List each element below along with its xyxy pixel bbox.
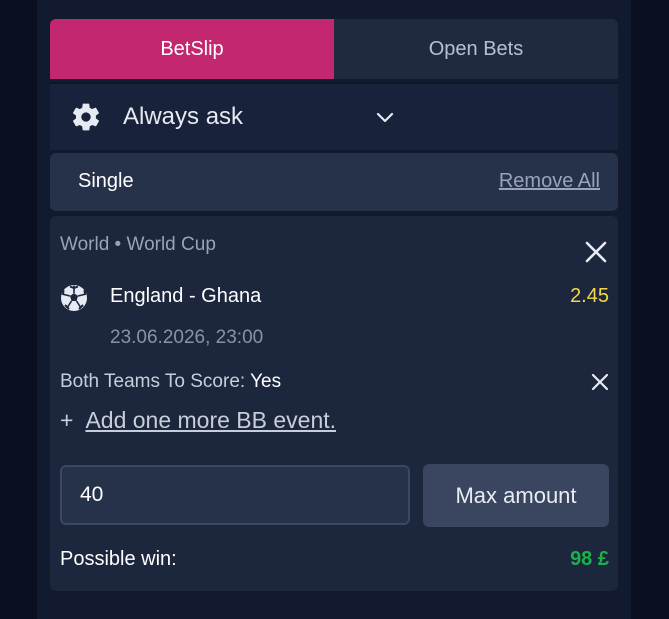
gear-icon (72, 103, 100, 131)
market-selection: Yes (250, 371, 282, 392)
add-bb-event-link[interactable]: + Add one more BB event. (60, 407, 336, 434)
remove-all-link[interactable]: Remove All (499, 170, 600, 193)
possible-win-label: Possible win: (60, 548, 177, 570)
odds-change-setting[interactable]: Always ask (50, 82, 618, 150)
bet-type-label: Single (78, 170, 134, 192)
odds-value: 2.45 (570, 285, 609, 307)
possible-win-value: 98 £ (570, 548, 609, 570)
soccer-ball-icon (61, 285, 87, 311)
bet-type-row: Single Remove All (50, 153, 618, 211)
app-frame: BetSlip Open Bets Always ask Single Remo… (0, 0, 669, 619)
bet-card: World • World Cup England - Ghana 2.45 2… (50, 216, 618, 591)
max-amount-button[interactable]: Max amount (423, 464, 609, 527)
betslip-tabs: BetSlip Open Bets (50, 19, 618, 79)
plus-icon: + (60, 407, 74, 433)
match-name: England - Ghana (110, 285, 262, 307)
league-label: World • World Cup (60, 234, 216, 255)
tab-betslip[interactable]: BetSlip (50, 19, 334, 79)
tab-open-bets[interactable]: Open Bets (334, 19, 618, 79)
match-datetime: 23.06.2026, 23:00 (110, 327, 264, 348)
add-bb-event-label: Add one more BB event. (85, 407, 337, 433)
stake-input[interactable] (60, 465, 410, 525)
remove-selection-icon[interactable] (590, 372, 610, 392)
market-label: Both Teams To Score: (60, 371, 246, 392)
chevron-down-icon (376, 112, 394, 123)
odds-setting-label: Always ask (123, 103, 244, 130)
close-icon[interactable] (584, 240, 608, 264)
market-line: Both Teams To Score: Yes (60, 371, 281, 393)
